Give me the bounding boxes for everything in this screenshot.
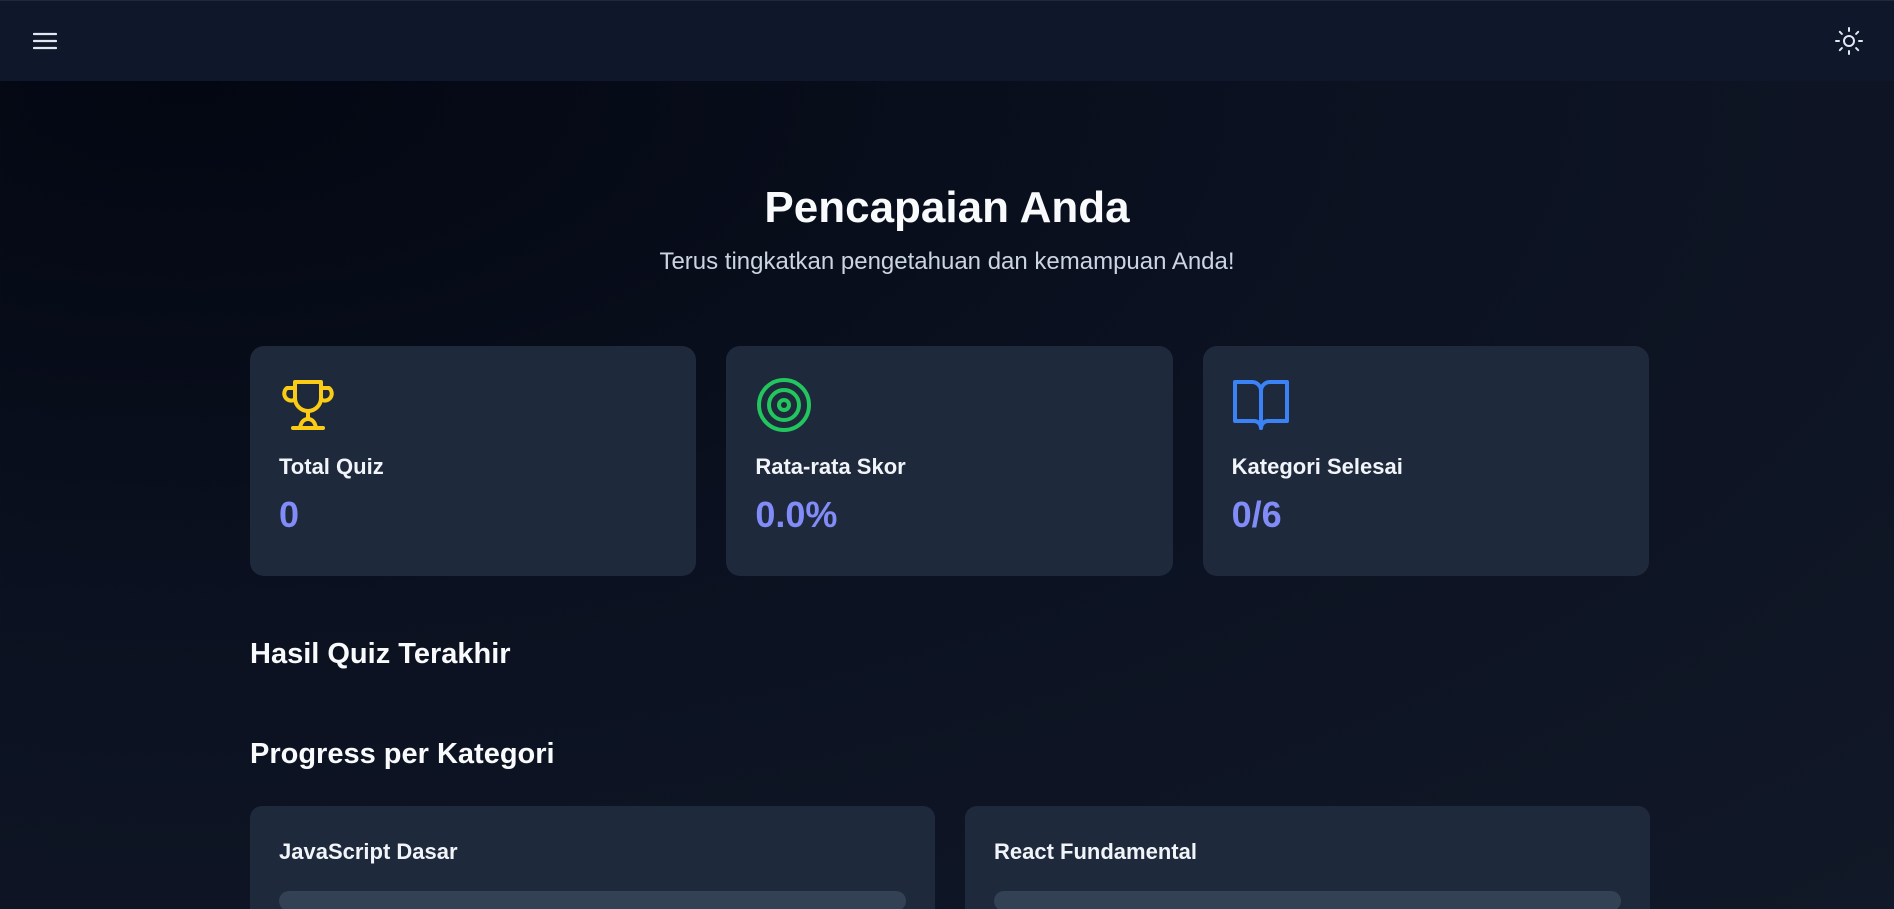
stat-label: Total Quiz: [279, 454, 384, 479]
category-card[interactable]: JavaScript Dasar: [250, 806, 935, 909]
recent-results-heading: Hasil Quiz Terakhir: [250, 638, 511, 670]
page-title: Pencapaian Anda: [764, 183, 1130, 232]
hero: Pencapaian Anda Terus tingkatkan pengeta…: [0, 180, 1894, 276]
category-name: JavaScript Dasar: [279, 839, 458, 864]
stats-row: Total Quiz 0 Rata-rata Skor 0.0% Kategor…: [250, 346, 1649, 576]
stat-card-total-quiz: Total Quiz 0: [250, 346, 697, 576]
hamburger-menu-icon[interactable]: [30, 26, 60, 56]
stat-card-categories-completed: Kategori Selesai 0/6: [1202, 346, 1649, 576]
progress-bar: [279, 891, 906, 909]
category-card[interactable]: React Fundamental: [965, 806, 1650, 909]
stat-value: 0.0%: [755, 494, 838, 535]
category-progress-grid: JavaScript Dasar React Fundamental: [250, 806, 1650, 909]
category-name: React Fundamental: [994, 839, 1197, 864]
stat-value: 0: [279, 494, 300, 535]
target-icon: [755, 376, 813, 434]
page-subtitle: Terus tingkatkan pengetahuan dan kemampu…: [659, 248, 1235, 275]
category-progress-heading: Progress per Kategori: [250, 738, 555, 770]
stat-card-average-score: Rata-rata Skor 0.0%: [726, 346, 1173, 576]
trophy-icon: [279, 376, 337, 434]
stat-label: Kategori Selesai: [1231, 454, 1403, 479]
progress-bar: [994, 891, 1621, 909]
stat-value: 0/6: [1231, 494, 1282, 535]
stat-label: Rata-rata Skor: [755, 454, 906, 479]
sun-icon[interactable]: [1834, 26, 1864, 56]
book-open-icon: [1232, 376, 1290, 434]
top-bar: [0, 0, 1894, 81]
